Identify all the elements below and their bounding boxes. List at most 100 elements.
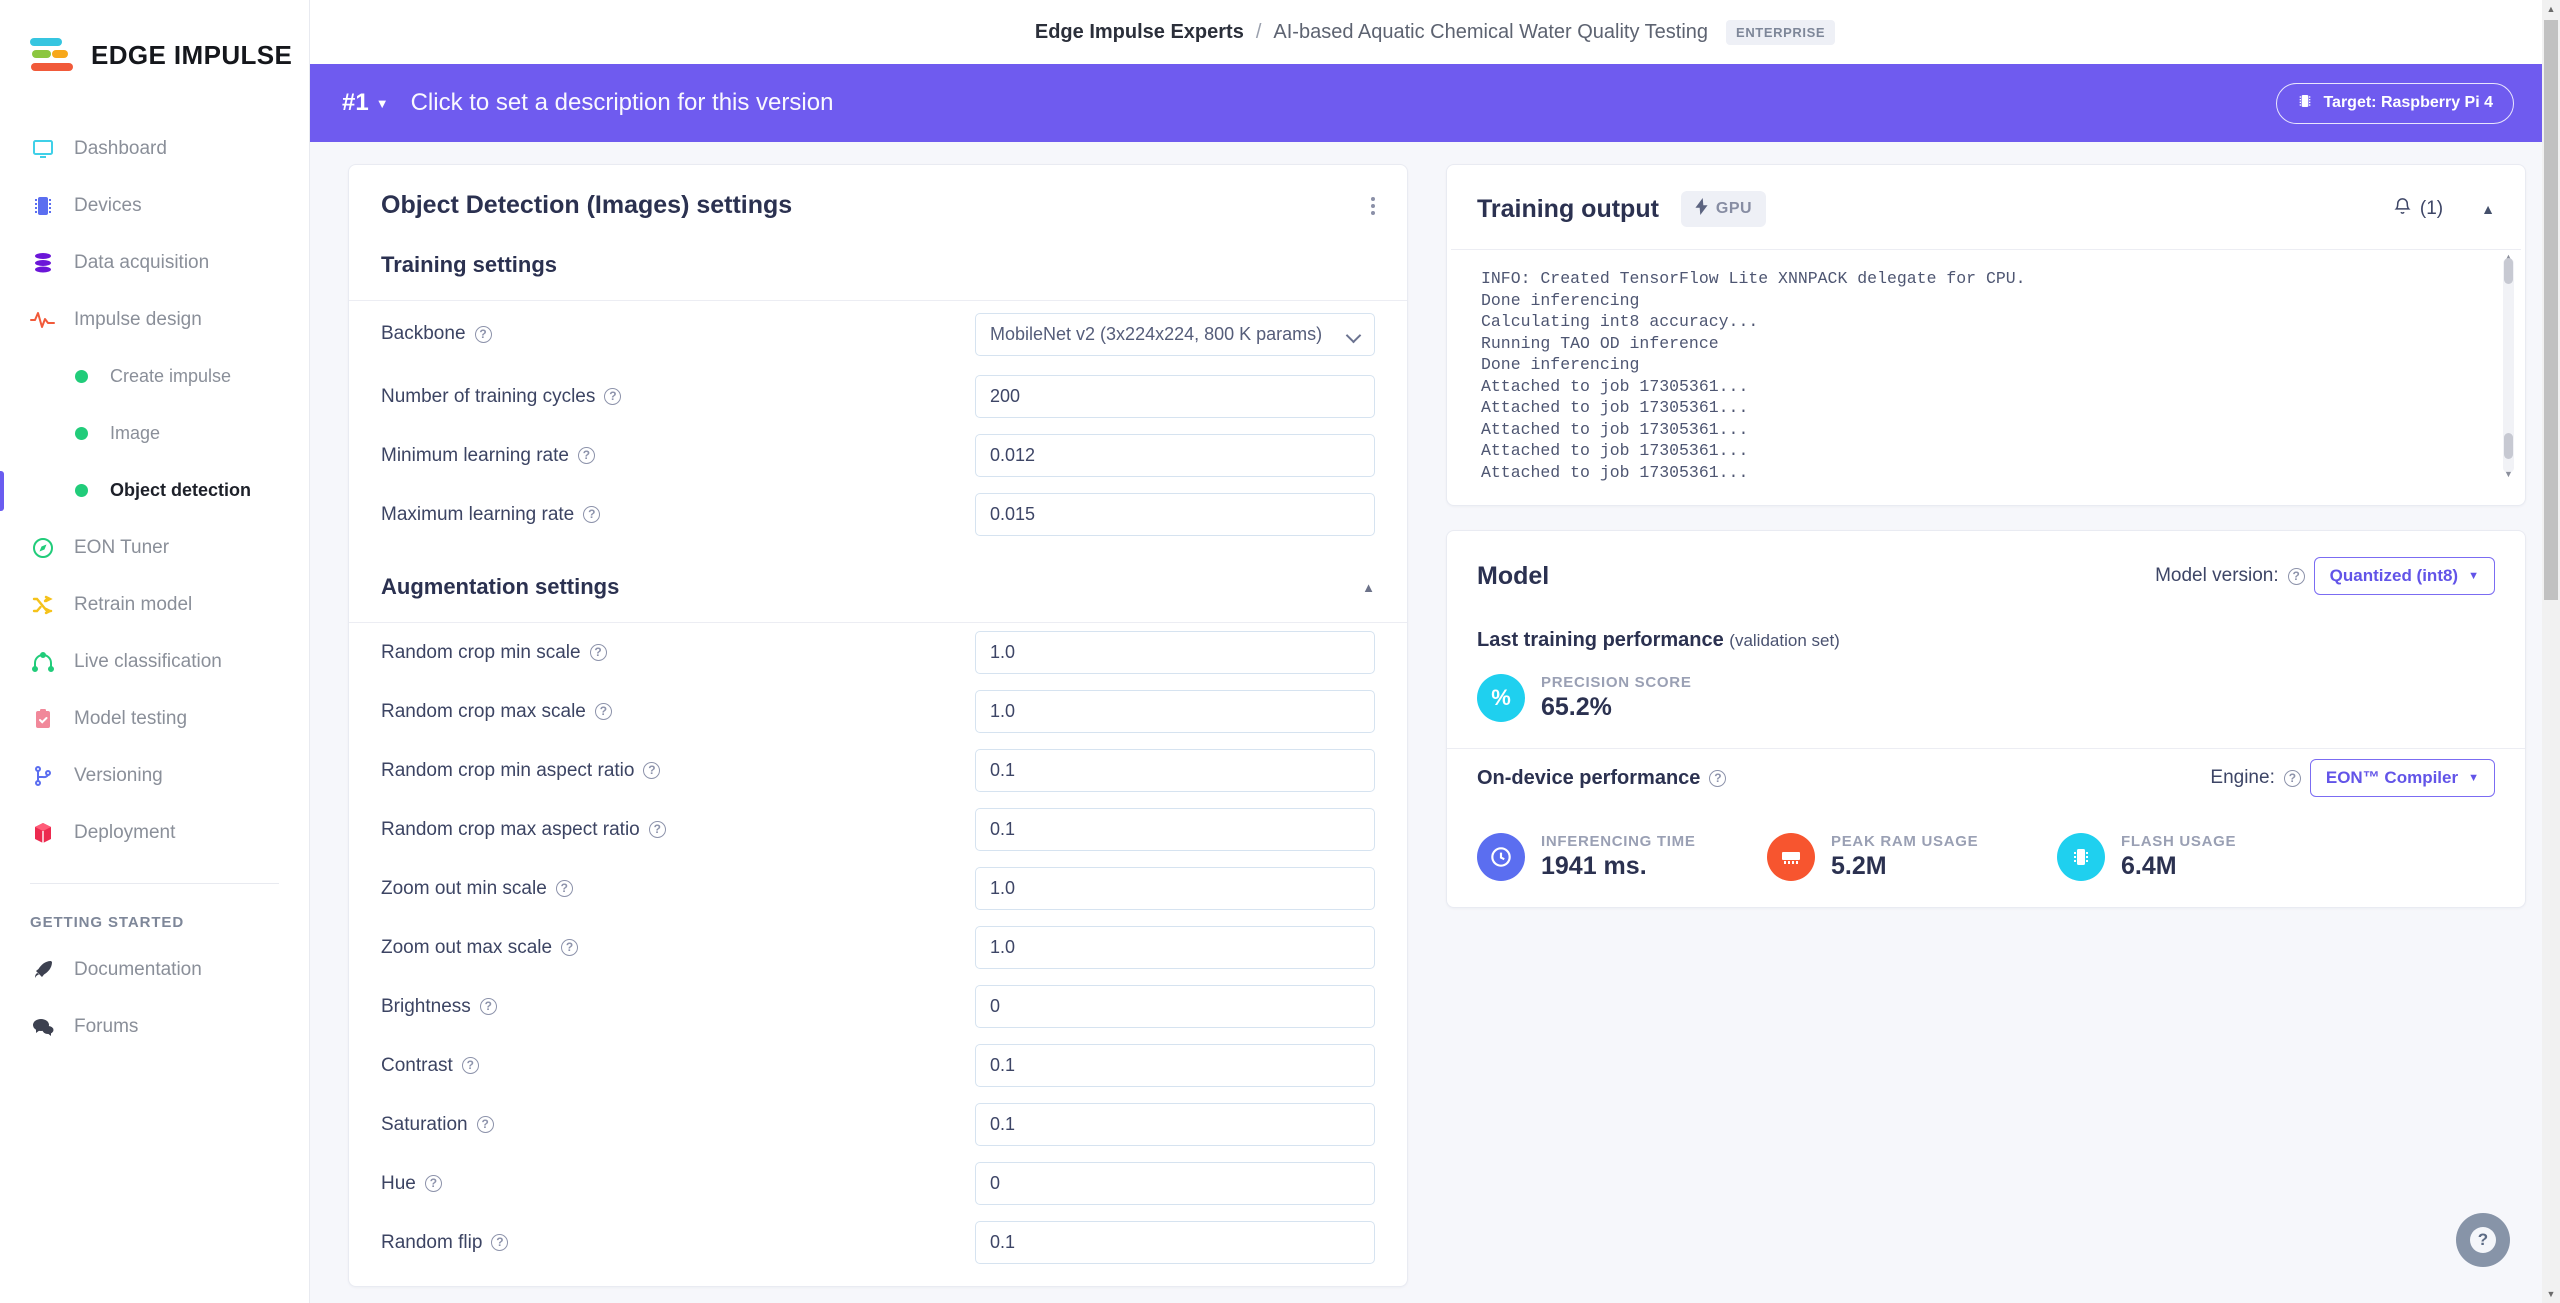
sidebar-label: Impulse design: [74, 308, 202, 330]
sidebar-item-impulse-design[interactable]: Impulse design: [0, 291, 309, 348]
help-icon[interactable]: ?: [1709, 769, 1727, 787]
field-row-augmentation: Random flip?: [349, 1213, 1407, 1272]
training-output-card: Training output GPU (1) ▲ INFO: Created …: [1446, 164, 2526, 506]
help-button[interactable]: ?: [2456, 1213, 2510, 1267]
min-learning-rate-input[interactable]: [975, 434, 1375, 477]
training-output-header: Training output GPU (1) ▲: [1447, 165, 2525, 249]
collapse-icon[interactable]: ▲: [2481, 201, 2495, 217]
augmentation-input[interactable]: [975, 1221, 1375, 1264]
sidebar-item-documentation[interactable]: Documentation: [0, 941, 309, 998]
sidebar-item-dashboard[interactable]: Dashboard: [0, 120, 309, 177]
console-scroll-thumb[interactable]: [2504, 258, 2513, 284]
sidebar-subitem-image[interactable]: Image: [0, 405, 160, 462]
help-icon[interactable]: ?: [491, 1234, 509, 1251]
augmentation-input[interactable]: [975, 926, 1375, 969]
augmentation-input[interactable]: [975, 867, 1375, 910]
notification-count: (1): [2419, 198, 2444, 219]
engine-dropdown[interactable]: EON™ Compiler ▼: [2309, 759, 2495, 797]
model-version-dropdown[interactable]: Quantized (int8) ▼: [2313, 557, 2495, 595]
help-icon[interactable]: ?: [589, 644, 607, 661]
precision-metric: % PRECISION SCORE 65.2%: [1477, 674, 1692, 722]
augmentation-input-wrap: [975, 808, 1375, 851]
sidebar-item-devices[interactable]: Devices: [0, 177, 309, 234]
sidebar-item-model-testing[interactable]: Model testing: [0, 690, 309, 747]
version-number[interactable]: #1: [342, 89, 369, 117]
model-title: Model: [1477, 561, 1550, 590]
augmentation-input[interactable]: [975, 985, 1375, 1028]
help-icon[interactable]: ?: [479, 998, 497, 1015]
augmentation-settings-heading[interactable]: Augmentation settings ▲: [349, 544, 1407, 622]
help-icon[interactable]: ?: [2283, 769, 2301, 787]
help-icon[interactable]: ?: [424, 1175, 442, 1192]
help-icon[interactable]: ?: [648, 821, 666, 838]
rocket-icon: [30, 957, 56, 983]
console-scroll-thumb-2[interactable]: [2504, 433, 2513, 459]
page-title: Object Detection (Images) settings: [381, 191, 793, 219]
edge-impulse-logo-icon: [30, 36, 77, 74]
chevron-up-icon[interactable]: ▲: [1362, 580, 1375, 595]
precision-value: 65.2%: [1541, 693, 1612, 721]
training-cycles-input[interactable]: [975, 375, 1375, 418]
help-icon[interactable]: ?: [583, 506, 601, 523]
help-icon[interactable]: ?: [461, 1057, 479, 1074]
sidebar-item-deployment[interactable]: Deployment: [0, 804, 309, 861]
field-row-augmentation: Random crop min aspect ratio?: [349, 741, 1407, 800]
chevron-down-icon[interactable]: ▼: [376, 96, 389, 111]
help-icon[interactable]: ?: [2287, 567, 2305, 585]
model-card-header: Model Model version: ? Quantized (int8) …: [1447, 531, 2525, 617]
augmentation-input[interactable]: [975, 690, 1375, 733]
sidebar-item-eon-tuner[interactable]: EON Tuner: [0, 519, 309, 576]
augmentation-input[interactable]: [975, 1162, 1375, 1205]
sidebar-subitem-object-detection[interactable]: Object detection: [0, 462, 251, 519]
sidebar-subitem-create-impulse[interactable]: Create impulse: [0, 348, 231, 405]
console-scrollbar[interactable]: ▲ ▼: [2503, 252, 2514, 479]
target-button[interactable]: Target: Raspberry Pi 4: [2276, 82, 2514, 124]
scroll-up-arrow-icon[interactable]: ▲: [2542, 0, 2560, 18]
model-version-label: Model version:: [2155, 565, 2279, 586]
more-options-icon[interactable]: [1371, 194, 1375, 218]
help-icon[interactable]: ?: [476, 1116, 494, 1133]
augmentation-input[interactable]: [975, 1103, 1375, 1146]
page-scroll-thumb[interactable]: [2544, 20, 2558, 600]
sidebar-item-retrain-model[interactable]: Retrain model: [0, 576, 309, 633]
help-icon[interactable]: ?: [474, 325, 492, 343]
object-detection-settings-card: Object Detection (Images) settings Train…: [348, 164, 1408, 1287]
augmentation-input[interactable]: [975, 749, 1375, 792]
help-icon[interactable]: ?: [577, 447, 595, 464]
sidebar-item-versioning[interactable]: Versioning: [0, 747, 309, 804]
enterprise-badge: ENTERPRISE: [1726, 19, 1836, 45]
augmentation-input[interactable]: [975, 1044, 1375, 1087]
box-icon: [30, 820, 56, 846]
field-label: Minimum learning rate ?: [381, 445, 761, 467]
compass-icon: [30, 535, 56, 561]
augmentation-input[interactable]: [975, 631, 1375, 674]
training-log-console[interactable]: INFO: Created TensorFlow Lite XNNPACK de…: [1451, 249, 2521, 481]
field-label: Zoom out max scale?: [381, 937, 761, 959]
sidebar-subitem-create-impulse-wrap: Create impulse: [0, 348, 309, 405]
field-label: Brightness?: [381, 996, 761, 1018]
help-icon[interactable]: ?: [594, 703, 612, 720]
augmentation-input[interactable]: [975, 808, 1375, 851]
max-learning-rate-label: Maximum learning rate: [381, 503, 575, 525]
help-icon[interactable]: ?: [561, 939, 579, 956]
breadcrumb-project[interactable]: AI-based Aquatic Chemical Water Quality …: [1273, 21, 1708, 44]
breadcrumb-org[interactable]: Edge Impulse Experts: [1035, 21, 1244, 44]
help-icon[interactable]: ?: [643, 762, 661, 779]
augmentation-input-wrap: [975, 867, 1375, 910]
scroll-down-arrow-icon[interactable]: ▼: [2504, 469, 2513, 479]
sidebar-section-title: GETTING STARTED: [30, 914, 185, 931]
help-icon[interactable]: ?: [555, 880, 573, 897]
max-learning-rate-input[interactable]: [975, 493, 1375, 536]
page-scrollbar[interactable]: ▲ ▼: [2542, 0, 2560, 1303]
version-description-placeholder[interactable]: Click to set a description for this vers…: [411, 89, 834, 117]
backbone-select[interactable]: MobileNet v2 (3x224x224, 800 K params): [975, 312, 1375, 356]
sidebar-item-data-acquisition[interactable]: Data acquisition: [0, 234, 309, 291]
sidebar-label: Documentation: [74, 958, 202, 980]
notifications-button[interactable]: (1): [2393, 196, 2443, 222]
help-icon[interactable]: ?: [604, 388, 622, 405]
sidebar-item-live-classification[interactable]: Live classification: [0, 633, 309, 690]
sidebar-item-forums[interactable]: Forums: [0, 998, 309, 1055]
app-logo[interactable]: EDGE IMPULSE: [0, 0, 309, 74]
scroll-down-arrow-icon[interactable]: ▼: [2542, 1285, 2560, 1303]
inferencing-time-caption: INFERENCING TIME: [1541, 833, 1696, 850]
